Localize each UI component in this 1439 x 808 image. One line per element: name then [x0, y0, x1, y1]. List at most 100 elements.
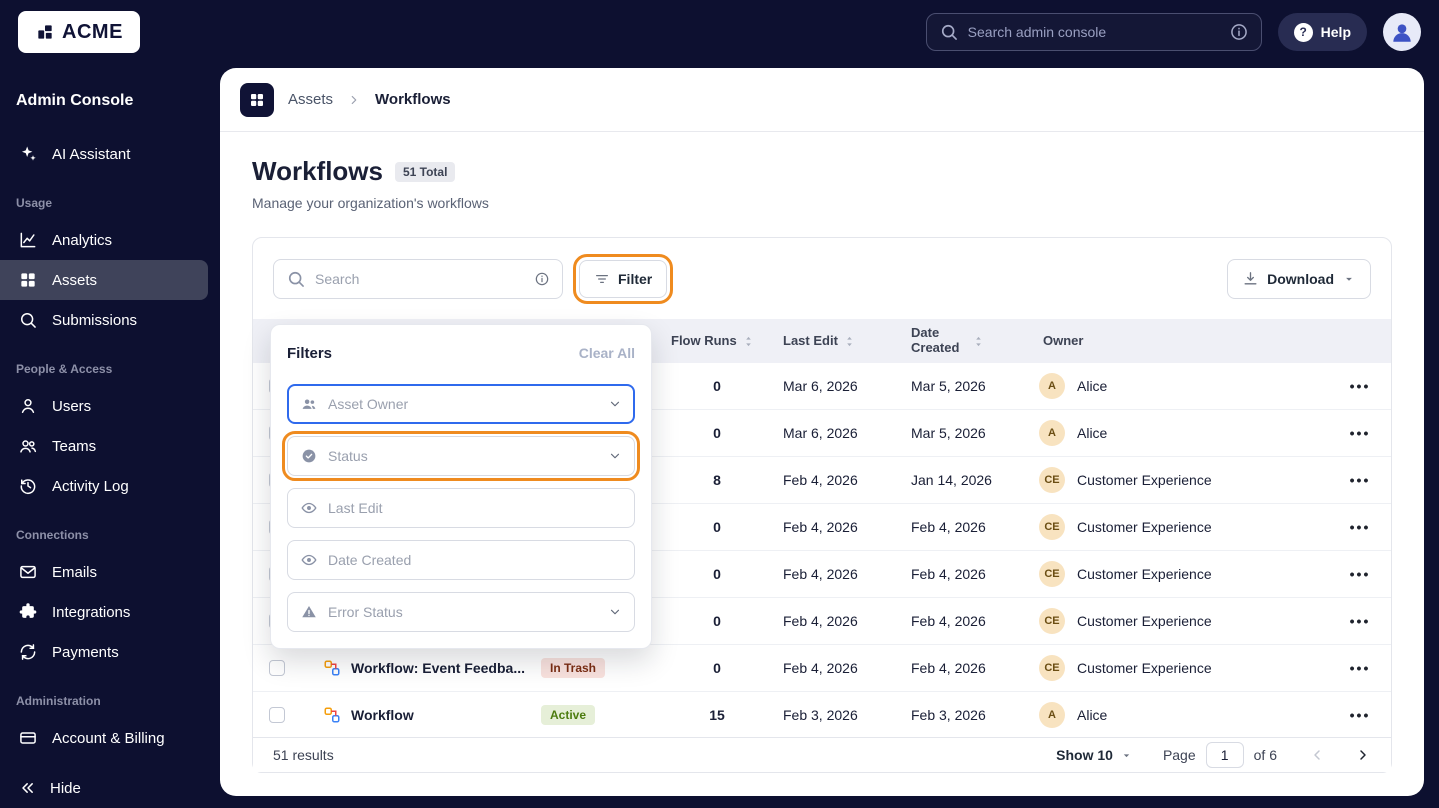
filter-icon: [594, 271, 610, 287]
page-header: Workflows 51 Total Manage your organizat…: [220, 132, 1424, 211]
row-actions-button[interactable]: •••: [1329, 472, 1391, 488]
table-search-input[interactable]: [315, 270, 525, 287]
owner-avatar: CE: [1039, 561, 1065, 587]
hide-label: Hide: [50, 779, 81, 797]
owner-avatar: CE: [1039, 608, 1065, 634]
workflow-name[interactable]: Workflow: Event Feedba...: [351, 660, 525, 676]
search-icon: [286, 269, 306, 289]
breadcrumb: Assets Workflows: [220, 68, 1424, 132]
sidebar-section-connections: Connections: [16, 528, 89, 542]
flow-runs-value: 0: [713, 613, 721, 629]
sidebar-item-ai-assistant[interactable]: AI Assistant: [0, 134, 208, 174]
question-icon: ?: [1293, 22, 1313, 42]
page-of-label: of 6: [1253, 747, 1277, 763]
flow-runs-value: 0: [713, 660, 721, 676]
column-header-owner[interactable]: Owner: [1033, 333, 1329, 349]
admin-search-input[interactable]: [967, 24, 1220, 40]
owner-name: Alice: [1077, 425, 1108, 441]
check-circle-icon: [300, 447, 318, 465]
row-actions-button[interactable]: •••: [1329, 378, 1391, 394]
workflow-name[interactable]: Workflow: [351, 707, 414, 723]
total-count-badge: 51 Total: [394, 161, 456, 182]
breadcrumb-assets[interactable]: Assets: [288, 91, 333, 108]
download-label: Download: [1267, 270, 1334, 287]
sidebar-item-submissions[interactable]: Submissions: [0, 300, 208, 340]
filter-field-asset-owner[interactable]: Asset Owner: [287, 384, 635, 424]
info-icon[interactable]: [1229, 22, 1249, 42]
sidebar-item-label: Submissions: [52, 311, 138, 329]
info-icon[interactable]: [534, 271, 550, 287]
last-edit-value: Feb 3, 2026: [783, 707, 858, 723]
chevron-down-icon: [1120, 749, 1133, 762]
flow-runs-value: 0: [713, 378, 721, 394]
filter-button[interactable]: Filter: [572, 253, 674, 304]
page-size-label: Show 10: [1056, 747, 1113, 763]
column-header-flow-runs[interactable]: Flow Runs: [661, 333, 773, 349]
acme-logo[interactable]: ACME: [18, 11, 140, 53]
sidebar-item-users[interactable]: Users: [0, 386, 208, 426]
filter-field-date-created[interactable]: Date Created: [287, 540, 635, 580]
next-page-button[interactable]: [1355, 747, 1371, 763]
date-created-value: Feb 4, 2026: [911, 660, 986, 676]
sidebar-hide-button[interactable]: Hide: [18, 778, 81, 798]
eye-icon: [300, 551, 318, 569]
history-icon: [18, 476, 38, 496]
chevron-down-icon: [608, 605, 622, 619]
flow-runs-value: 0: [713, 519, 721, 535]
main-panel: Assets Workflows Workflows 51 Total Mana…: [220, 68, 1424, 796]
row-actions-button[interactable]: •••: [1329, 519, 1391, 535]
table-search: [273, 258, 563, 299]
row-checkbox[interactable]: [269, 707, 285, 723]
last-edit-value: Feb 4, 2026: [783, 519, 858, 535]
filter-field-error-status[interactable]: Error Status: [287, 592, 635, 632]
filter-field-status[interactable]: Status: [282, 431, 640, 481]
sidebar-item-label: Assets: [52, 271, 98, 289]
sparkles-icon: [18, 144, 38, 164]
page-number-input[interactable]: [1205, 742, 1244, 768]
help-button[interactable]: ? Help: [1277, 13, 1367, 51]
results-count: 51 results: [273, 747, 334, 763]
owner-name: Customer Experience: [1077, 660, 1212, 676]
breadcrumb-workflows: Workflows: [375, 91, 451, 108]
workflow-icon: [323, 659, 341, 677]
search-icon: [18, 310, 38, 330]
sort-icon: [973, 335, 984, 348]
sidebar-item-emails[interactable]: Emails: [0, 552, 208, 592]
sidebar-item-account-billing[interactable]: Account & Billing: [0, 718, 208, 758]
sidebar-item-label: Analytics: [52, 231, 113, 249]
row-checkbox[interactable]: [269, 660, 285, 676]
owner-avatar: A: [1039, 373, 1065, 399]
owner-name: Customer Experience: [1077, 472, 1212, 488]
sidebar-item-assets[interactable]: Assets: [0, 260, 208, 300]
row-actions-button[interactable]: •••: [1329, 613, 1391, 629]
owner-name: Alice: [1077, 707, 1108, 723]
download-button[interactable]: Download: [1227, 258, 1371, 299]
card-toolbar: Filter Download: [253, 238, 1391, 319]
download-icon: [1242, 270, 1259, 287]
filter-field-last-edit[interactable]: Last Edit: [287, 488, 635, 528]
clear-all-button[interactable]: Clear All: [579, 345, 635, 361]
sidebar-item-label: Account & Billing: [52, 729, 165, 747]
previous-page-button[interactable]: [1309, 747, 1325, 763]
warning-triangle-icon: [300, 603, 318, 621]
column-header-date-created[interactable]: Date Created: [901, 325, 1033, 356]
table-footer: 51 results Show 10 Page of 6: [253, 737, 1391, 772]
flow-runs-value: 15: [709, 707, 725, 723]
row-actions-button[interactable]: •••: [1329, 566, 1391, 582]
sidebar-item-integrations[interactable]: Integrations: [0, 592, 208, 632]
last-edit-value: Feb 4, 2026: [783, 613, 858, 629]
row-actions-button[interactable]: •••: [1329, 425, 1391, 441]
sidebar-item-teams[interactable]: Teams: [0, 426, 208, 466]
page-size-select[interactable]: Show 10: [1056, 747, 1133, 763]
date-created-value: Feb 4, 2026: [911, 566, 986, 582]
user-avatar[interactable]: [1383, 13, 1421, 51]
row-actions-button[interactable]: •••: [1329, 660, 1391, 676]
status-badge: Active: [541, 705, 596, 725]
row-actions-button[interactable]: •••: [1329, 707, 1391, 723]
sidebar-item-analytics[interactable]: Analytics: [0, 220, 208, 260]
column-header-last-edit[interactable]: Last Edit: [773, 333, 901, 349]
owner-avatar: CE: [1039, 655, 1065, 681]
sidebar-item-activity-log[interactable]: Activity Log: [0, 466, 208, 506]
sidebar-item-payments[interactable]: Payments: [0, 632, 208, 672]
people-icon: [300, 395, 318, 413]
